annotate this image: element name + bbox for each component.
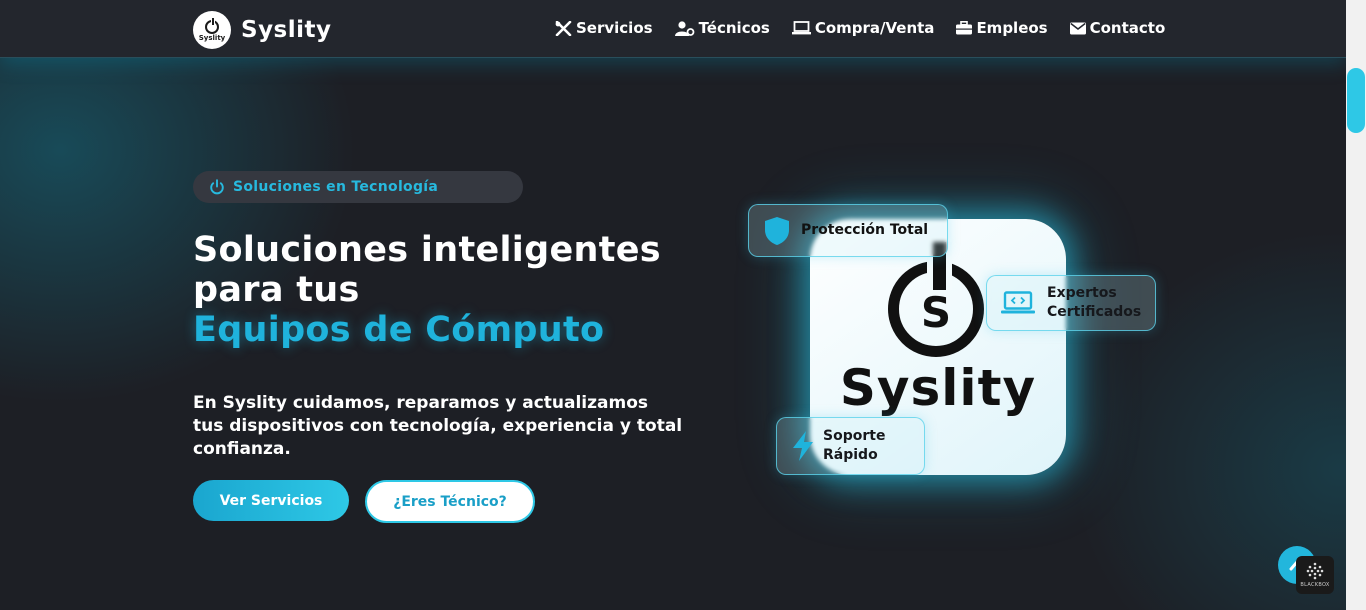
page: Syslity Syslity Servicios Técnicos Compr… (0, 0, 1346, 610)
tag-soporte-rapido: Soporte Rápido (776, 417, 925, 475)
nav-item-compra-venta[interactable]: Compra/Venta (791, 19, 935, 37)
eres-tecnico-button[interactable]: ¿Eres Técnico? (365, 480, 535, 523)
nav-item-servicios[interactable]: Servicios (555, 19, 653, 37)
envelope-icon (1069, 22, 1086, 34)
tag-label: Soporte Rápido (823, 427, 885, 465)
tag-label: Protección Total (801, 222, 929, 238)
lightning-bolt-icon (793, 431, 813, 461)
nav-item-empleos[interactable]: Empleos (956, 19, 1048, 37)
shield-icon (765, 216, 789, 245)
logo-name: Syslity (839, 359, 1037, 417)
tag-expertos-certificados: Expertos Certificados (986, 275, 1156, 331)
tag-label-line1: Expertos (1047, 285, 1117, 301)
power-icon (210, 179, 224, 195)
top-navbar: Syslity Syslity Servicios Técnicos Compr… (0, 0, 1346, 58)
nav-item-contacto[interactable]: Contacto (1069, 19, 1166, 37)
hero-title-accent: Equipos de Cómputo (193, 310, 605, 350)
nav-item-label: Contacto (1089, 19, 1166, 37)
widget-label: BLACKBOX (1300, 582, 1330, 588)
nav-item-tecnicos[interactable]: Técnicos (674, 19, 770, 37)
power-icon: S (888, 242, 984, 357)
ver-servicios-button[interactable]: Ver Servicios (193, 480, 349, 521)
laptop-code-icon (1001, 291, 1035, 314)
brand-logo-text: Syslity (198, 33, 226, 42)
logo-letter: S (920, 288, 952, 337)
scrollbar-thumb[interactable] (1346, 68, 1366, 133)
main-nav: Servicios Técnicos Compra/Venta Empleos … (555, 19, 1187, 37)
laptop-icon (791, 21, 811, 35)
hero-title: Soluciones inteligentes para tus Equipos… (193, 230, 661, 350)
hero-description: En Syslity cuidamos, reparamos y actuali… (193, 393, 683, 459)
brand[interactable]: Syslity Syslity (193, 11, 332, 49)
tag-label-line2: Certificados (1047, 304, 1142, 320)
hero-title-line1: Soluciones inteligentes (193, 230, 661, 270)
user-gear-icon (674, 20, 694, 36)
brand-name: Syslity (241, 17, 332, 43)
brand-logo: Syslity (193, 11, 231, 49)
dots-logo-icon (1306, 562, 1324, 580)
nav-item-label: Técnicos (698, 19, 770, 37)
blackbox-widget[interactable]: BLACKBOX (1296, 556, 1334, 594)
tag-proteccion-total: Protección Total (748, 204, 948, 257)
tools-icon (555, 20, 572, 36)
tag-label-line2: Rápido (823, 447, 878, 463)
tag-label: Expertos Certificados (1047, 284, 1141, 322)
nav-item-label: Compra/Venta (814, 19, 935, 37)
nav-item-label: Servicios (576, 19, 653, 37)
hero-badge: Soluciones en Tecnología (193, 171, 523, 203)
badge-label: Soluciones en Tecnología (233, 179, 439, 195)
nav-item-label: Empleos (976, 19, 1048, 37)
power-icon (205, 16, 219, 34)
briefcase-icon (956, 21, 973, 35)
tag-label-line1: Soporte (823, 428, 886, 444)
hero-title-line2: para tus (193, 270, 360, 310)
